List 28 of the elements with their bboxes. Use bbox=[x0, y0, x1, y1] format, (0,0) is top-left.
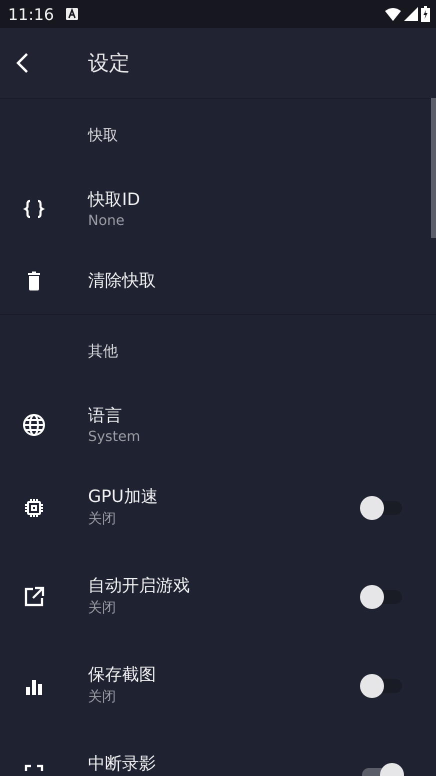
braces-icon bbox=[22, 197, 46, 221]
setting-title[interactable]: 保存截图 bbox=[88, 665, 156, 685]
setting-value: 关闭 bbox=[88, 599, 116, 617]
setting-value: None bbox=[88, 212, 125, 228]
section-header: 其他 bbox=[88, 342, 118, 360]
setting-title[interactable]: 自动开启游戏 bbox=[88, 576, 190, 596]
toggle-switch[interactable] bbox=[360, 584, 404, 608]
signal-icon bbox=[404, 7, 418, 21]
scrollbar[interactable] bbox=[431, 98, 436, 238]
page-title: 设定 bbox=[88, 50, 130, 77]
toggle-switch[interactable] bbox=[360, 496, 404, 520]
section-header: 快取 bbox=[88, 126, 118, 144]
setting-value: 关闭 bbox=[88, 510, 116, 528]
setting-value: System bbox=[88, 428, 140, 444]
setting-title[interactable]: GPU加速 bbox=[88, 487, 158, 507]
status-time: 11:16 bbox=[8, 4, 54, 24]
setting-title[interactable]: 清除快取 bbox=[88, 270, 156, 290]
back-icon bbox=[14, 52, 30, 74]
wifi-icon bbox=[385, 8, 401, 20]
battery-icon bbox=[421, 6, 430, 22]
external-link-icon bbox=[22, 584, 46, 608]
setting-title[interactable]: 语言 bbox=[88, 406, 122, 426]
setting-title[interactable]: 快取ID bbox=[88, 190, 140, 210]
globe-icon bbox=[22, 413, 46, 437]
notification-icon bbox=[66, 8, 78, 20]
setting-title[interactable]: 中断录影 bbox=[88, 754, 156, 774]
setting-value: 关闭 bbox=[88, 688, 116, 706]
toggle-switch[interactable] bbox=[360, 674, 404, 698]
